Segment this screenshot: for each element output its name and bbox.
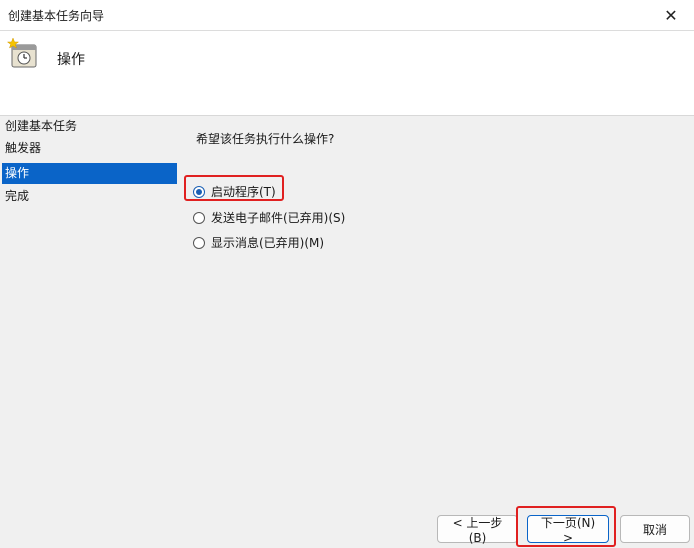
close-icon: ✕ <box>664 5 678 25</box>
back-button[interactable]: < 上一步(B) <box>437 515 518 545</box>
option-start-program[interactable]: 启动程序(T) <box>193 183 276 200</box>
next-button[interactable]: 下一页(N) > <box>527 515 609 545</box>
cancel-button[interactable]: 取消 <box>620 515 690 543</box>
step-create-basic-task[interactable]: 创建基本任务 <box>2 116 177 137</box>
page-title: 操作 <box>57 52 85 68</box>
step-finish[interactable]: 完成 <box>2 186 177 207</box>
radio-send-email[interactable] <box>193 211 205 224</box>
option-show-message[interactable]: 显示消息(已弃用)(M) <box>193 234 324 251</box>
wizard-header: 操作 <box>0 31 694 116</box>
option-show-message-label: 显示消息(已弃用)(M) <box>211 236 325 250</box>
step-trigger[interactable]: 触发器 <box>2 138 177 159</box>
title-bar: 创建基本任务向导 ✕ <box>0 0 694 31</box>
task-scheduler-icon <box>6 37 37 68</box>
radio-start-program[interactable] <box>193 185 205 198</box>
step-action[interactable]: 操作 <box>2 163 177 184</box>
option-send-email-label: 发送电子邮件(已弃用)(S) <box>211 211 346 225</box>
radio-show-message[interactable] <box>193 236 205 249</box>
option-send-email[interactable]: 发送电子邮件(已弃用)(S) <box>193 209 345 226</box>
window-title: 创建基本任务向导 <box>8 9 105 23</box>
close-button[interactable]: ✕ <box>648 0 694 30</box>
option-start-program-label: 启动程序(T) <box>211 185 276 199</box>
action-question: 希望该任务执行什么操作? <box>196 132 335 146</box>
